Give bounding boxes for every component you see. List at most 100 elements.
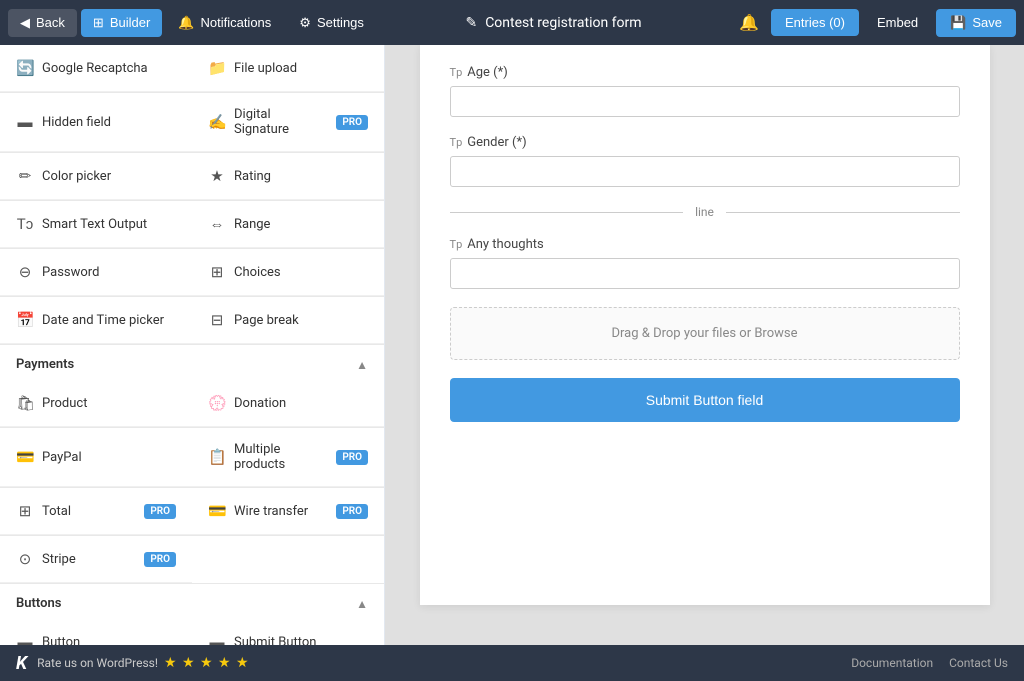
footer-left: K Rate us on WordPress! ★ ★ ★ ★ ★ [16,653,250,674]
chevron-up-icon: ▲ [356,358,368,372]
pro-badge: PRO [144,552,176,567]
sidebar-item-label: Page break [234,313,299,328]
payments-grid-4: ⊙ Stripe PRO [0,536,384,584]
thoughts-label: Tр Any thoughts [450,237,960,252]
hidden-field-icon: ▬ [16,113,34,131]
color-picker-icon: ✏ [16,167,34,185]
thoughts-field: Tр Any thoughts [450,237,960,289]
payments-section-header[interactable]: Payments ▲ [0,345,384,380]
builder-button[interactable]: ⊞ Builder [81,9,162,37]
sidebar-item-label: Choices [234,265,281,280]
submit-button[interactable]: Submit Button field [450,378,960,422]
form-area: Tр Age (*) Tр Gender (*) line [385,45,1024,645]
footer-rate: Rate us on WordPress! ★ ★ ★ ★ ★ [37,655,249,671]
password-icon: ⊖ [16,263,34,281]
sidebar-item-label: Digital Signature [234,107,328,137]
sidebar-grid-3: ✏ Color picker ★ Rating [0,153,384,201]
sidebar-grid-1: 🔄 Google Recaptcha 📁 File upload [0,45,384,93]
embed-button[interactable]: Embed [863,9,932,36]
sidebar-item-page-break[interactable]: ⊟ Page break [192,297,384,344]
notifications-button[interactable]: 🔔 Notifications [166,9,283,37]
sidebar-item-submit-button[interactable]: ▬ Submit Button [192,619,384,645]
gender-field: Tр Gender (*) [450,135,960,187]
button-icon: ▬ [16,633,34,645]
sidebar-item-label: Google Recaptcha [42,61,148,76]
sidebar-item-choices[interactable]: ⊞ Choices [192,249,384,296]
sidebar-item-wire-transfer[interactable]: 💳 Wire transfer PRO [192,488,384,535]
sidebar-item-label: PayPal [42,450,82,465]
save-button[interactable]: 💾 Save [936,9,1016,37]
file-upload-icon: 📁 [208,59,226,77]
sidebar-item-digital-signature[interactable]: ✍ Digital Signature PRO [192,93,384,152]
sidebar-grid-2: ▬ Hidden field ✍ Digital Signature PRO [0,93,384,153]
sidebar-item-password[interactable]: ⊖ Password [0,249,192,296]
alert-bell-button[interactable]: 🔔 [731,7,767,39]
buttons-section-header[interactable]: Buttons ▲ [0,584,384,619]
age-input[interactable] [450,86,960,117]
sidebar-item-stripe[interactable]: ⊙ Stripe PRO [0,536,192,583]
chevron-up-icon: ▲ [356,597,368,611]
form-title: Contest registration form [485,15,641,31]
sidebar-item-label: Range [234,217,270,232]
bell-icon: 🔔 [178,15,194,31]
pro-badge: PRO [336,504,368,519]
sidebar-item-product[interactable]: 🛍 Product [0,380,192,427]
form-divider: line [450,205,960,219]
sidebar-item-paypal[interactable]: 💳 PayPal [0,428,192,487]
sidebar-item-label: Date and Time picker [42,313,164,328]
sidebar-item-multiple-products[interactable]: 📋 Multiple products PRO [192,428,384,487]
footer-logo: K [16,653,27,674]
digital-sig-icon: ✍ [208,113,226,131]
payments-section-label: Payments [16,357,74,372]
file-drop-text: Drag & Drop your files or Browse [611,326,797,341]
sidebar-item-label: Color picker [42,169,111,184]
sidebar-item-label: Total [42,504,71,519]
text-field-icon: Tр [450,66,463,79]
sidebar-item-color-picker[interactable]: ✏ Color picker [0,153,192,200]
thoughts-input[interactable] [450,258,960,289]
sidebar-item-label: Multiple products [234,442,328,472]
entries-button[interactable]: Entries (0) [771,9,859,36]
gender-label: Tр Gender (*) [450,135,960,150]
sidebar-item-total[interactable]: ⊞ Total PRO [0,488,192,535]
sidebar-item-label: Product [42,396,87,411]
entries-label: Entries (0) [785,15,845,30]
contact-link[interactable]: Contact Us [949,656,1008,670]
back-button[interactable]: ◀ Back [8,9,77,37]
footer: K Rate us on WordPress! ★ ★ ★ ★ ★ Docume… [0,645,1024,681]
range-icon: ⇔ [208,215,226,233]
payments-grid-2: 💳 PayPal 📋 Multiple products PRO [0,428,384,488]
text-field-icon: Tр [450,238,463,251]
save-label: Save [972,15,1002,30]
sidebar-item-label: Smart Text Output [42,217,147,232]
notifications-label: Notifications [200,15,271,30]
settings-button[interactable]: ⚙ Settings [287,9,376,37]
sidebar-item-label: File upload [234,61,297,76]
sidebar-item-label: Donation [234,396,286,411]
sidebar-item-date-time[interactable]: 📅 Date and Time picker [0,297,192,344]
sidebar-item-google-recaptcha[interactable]: 🔄 Google Recaptcha [0,45,192,92]
sidebar-item-donation[interactable]: 💮 Donation [192,380,384,427]
age-label: Tр Age (*) [450,65,960,80]
gender-input[interactable] [450,156,960,187]
sidebar-item-rating[interactable]: ★ Rating [192,153,384,200]
payments-grid-3: ⊞ Total PRO 💳 Wire transfer PRO [0,488,384,536]
buttons-section-label: Buttons [16,596,61,611]
product-icon: 🛍 [16,394,34,412]
gear-icon: ⚙ [299,15,311,31]
payments-grid-1: 🛍 Product 💮 Donation [0,380,384,428]
sidebar-grid-4: Tↄ Smart Text Output ⇔ Range [0,201,384,249]
sidebar-item-smart-text[interactable]: Tↄ Smart Text Output [0,201,192,248]
file-drop-zone[interactable]: Drag & Drop your files or Browse [450,307,960,360]
sidebar-item-file-upload[interactable]: 📁 File upload [192,45,384,92]
docs-link[interactable]: Documentation [851,656,933,670]
sidebar-item-button[interactable]: ▬ Button [0,619,192,645]
embed-label: Embed [877,15,918,30]
sidebar-item-range[interactable]: ⇔ Range [192,201,384,248]
sidebar-grid-5: ⊖ Password ⊞ Choices [0,249,384,297]
sidebar-item-label: Wire transfer [234,504,308,519]
sidebar-item-hidden-field[interactable]: ▬ Hidden field [0,93,192,152]
back-icon: ◀ [20,15,30,31]
datetime-icon: 📅 [16,311,34,329]
divider-line-right [726,212,960,213]
